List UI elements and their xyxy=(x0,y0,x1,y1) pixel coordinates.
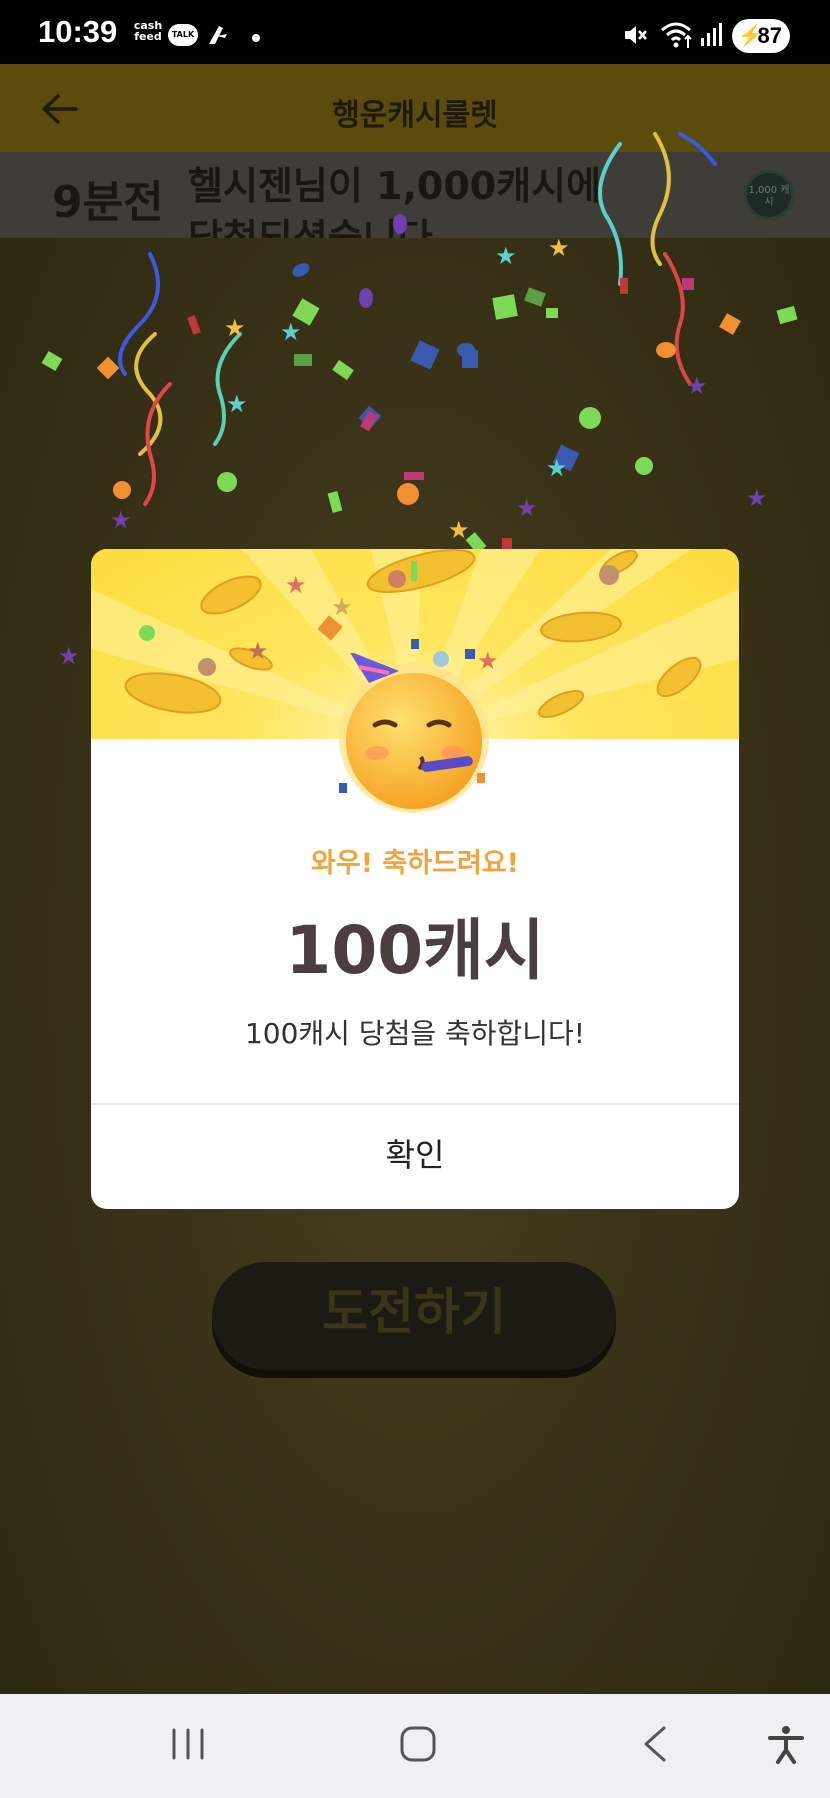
svg-text:★: ★ xyxy=(226,390,248,418)
confetti-ribbon xyxy=(663,252,692,386)
svg-text:★: ★ xyxy=(746,484,768,512)
confetti-ribbon xyxy=(598,142,623,286)
signal-icon xyxy=(701,23,722,46)
cashfeed-app-icon: cash feed xyxy=(133,19,163,43)
accessibility-icon[interactable] xyxy=(766,1724,806,1764)
svg-text:★: ★ xyxy=(686,372,708,400)
svg-text:★: ★ xyxy=(448,516,470,544)
svg-text:★: ★ xyxy=(280,318,302,346)
kakaotalk-icon: TALK xyxy=(168,24,198,46)
back-nav-icon[interactable] xyxy=(636,1724,676,1764)
battery-indicator: ⚡ 87 xyxy=(732,19,790,53)
party-face-emoji-icon xyxy=(339,653,489,813)
challenge-button[interactable]: 도전하기 xyxy=(212,1262,616,1370)
charging-bolt-icon: ⚡ xyxy=(738,25,763,47)
svg-text:★: ★ xyxy=(495,242,517,270)
app-notification-icon xyxy=(209,26,227,44)
mute-icon xyxy=(625,26,647,44)
confetti-ribbon xyxy=(650,132,671,266)
reward-dialog: ★ ★ ★ ★ 와우! 축하드려요! 100캐시 100캐시 당첨을 축하합니다 xyxy=(91,549,739,1209)
svg-text:★: ★ xyxy=(285,571,307,599)
svg-text:★: ★ xyxy=(546,454,568,482)
confetti-ribbon xyxy=(213,332,242,446)
dialog-headline: 와우! 축하드려요! xyxy=(311,848,519,879)
svg-text:★: ★ xyxy=(516,494,538,522)
system-nav-bar xyxy=(0,1694,830,1798)
home-icon[interactable] xyxy=(398,1724,438,1764)
clock: 10:39 xyxy=(38,14,118,49)
svg-text:★: ★ xyxy=(58,642,80,670)
svg-text:★: ★ xyxy=(548,234,570,262)
notification-dot-icon xyxy=(252,34,260,42)
confirm-button[interactable]: 확인 xyxy=(91,1105,739,1209)
dialog-description: 100캐시 당첨을 축하합니다! xyxy=(244,1017,586,1050)
wifi-icon xyxy=(661,22,692,48)
svg-text:★: ★ xyxy=(331,593,353,621)
svg-text:★: ★ xyxy=(110,506,132,534)
svg-text:★: ★ xyxy=(224,314,246,342)
reward-amount: 100캐시 xyxy=(285,912,545,989)
svg-text:★: ★ xyxy=(247,637,269,665)
confetti-ribbon xyxy=(143,382,172,506)
recent-apps-icon[interactable] xyxy=(168,1724,208,1764)
status-bar: 10:39 cash feed TALK ⚡ 87 xyxy=(0,0,830,64)
confetti-ribbon xyxy=(678,132,717,166)
